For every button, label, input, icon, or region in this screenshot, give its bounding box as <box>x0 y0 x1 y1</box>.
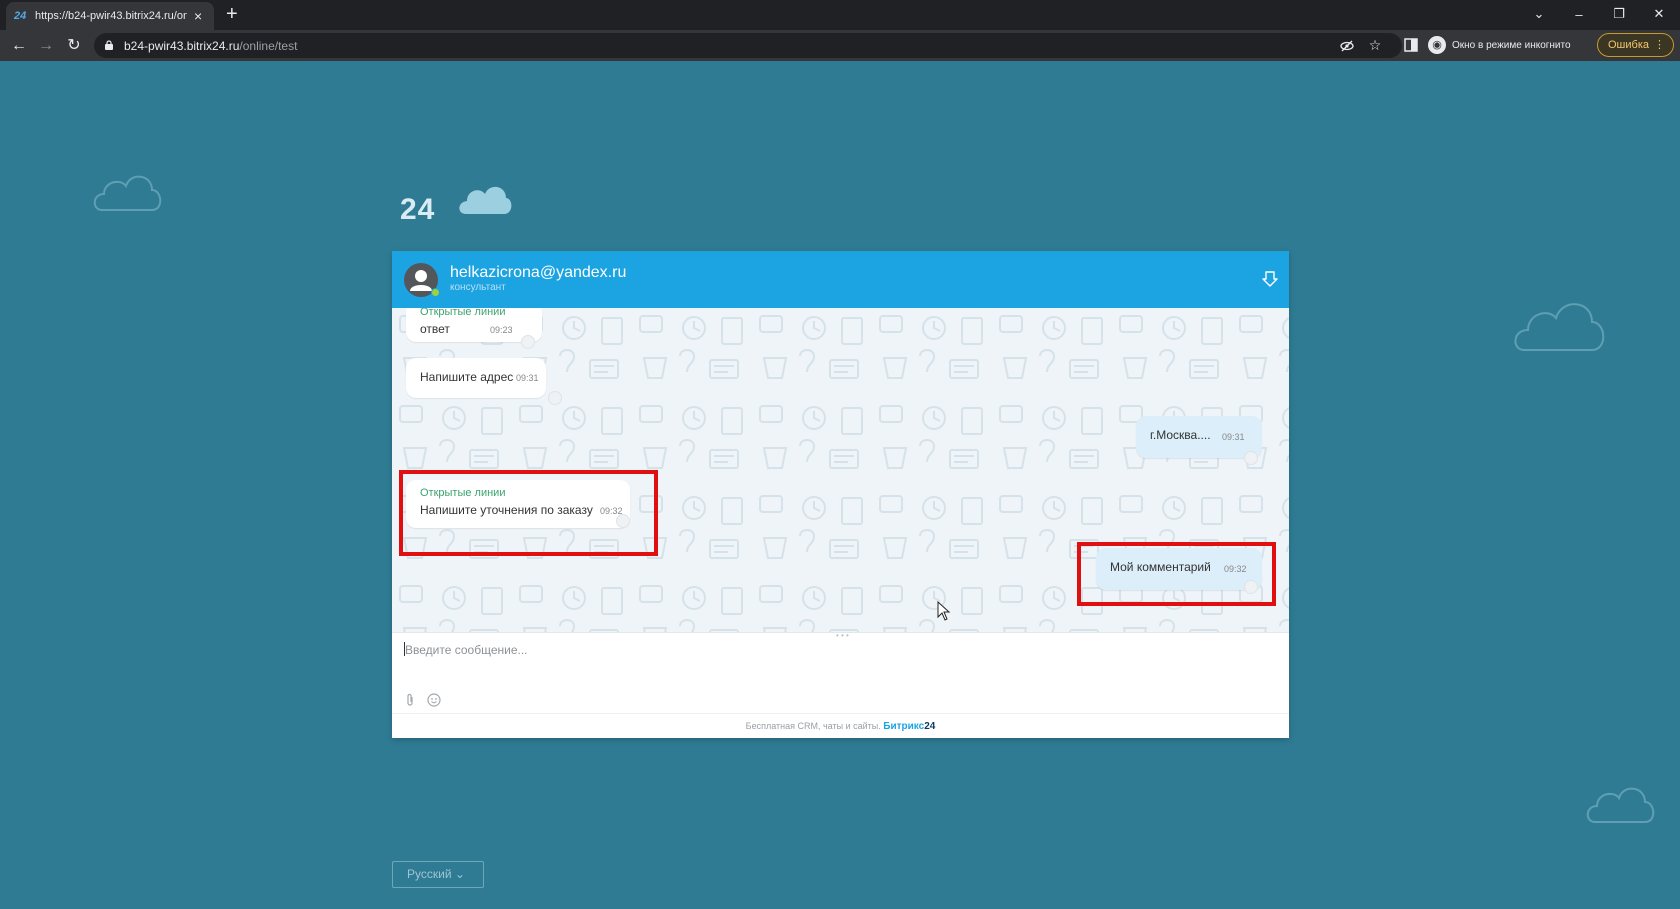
cloud-decoration-icon <box>1586 787 1655 823</box>
highlight-box <box>399 470 658 556</box>
minimize-icon[interactable]: – <box>1559 0 1599 28</box>
menu-dots-icon: ⋮ <box>1654 39 1665 51</box>
message-incoming: Напишите адрес 09:31 <box>406 358 562 405</box>
attach-file-icon[interactable] <box>404 693 416 707</box>
like-icon[interactable] <box>1244 451 1258 465</box>
cloud-decoration-icon <box>93 175 162 211</box>
like-icon[interactable] <box>521 335 535 349</box>
language-select[interactable]: Русский ⌄ <box>392 861 484 888</box>
eye-off-icon[interactable] <box>1340 39 1354 53</box>
language-label: Русский <box>407 867 452 881</box>
bitrix-cloud-logo-icon <box>459 186 512 214</box>
side-panel-icon[interactable] <box>1404 38 1418 52</box>
bookmark-star-icon[interactable]: ☆ <box>1366 36 1384 54</box>
message-incoming: Открытые линии ответ 09:23 <box>406 308 542 349</box>
message-input-area[interactable]: • • • Введите сообщение... <box>392 632 1289 713</box>
address-bar[interactable]: b24-pwir43.bitrix24.ru/online/test ☆ <box>94 33 1402 58</box>
close-window-icon[interactable]: ✕ <box>1639 0 1679 28</box>
url-text: b24-pwir43.bitrix24.ru/online/test <box>124 39 298 53</box>
reload-icon[interactable]: ↻ <box>63 35 85 57</box>
message-text: ответ <box>420 322 450 336</box>
highlight-box <box>1077 542 1276 606</box>
lock-icon <box>105 40 113 50</box>
download-history-icon[interactable] <box>1261 269 1279 289</box>
operator-name: helkazicrona@yandex.ru <box>450 264 627 281</box>
chevron-down-icon: ⌄ <box>454 867 465 881</box>
browser-tabstrip: 24 https://b24-pwir43.bitrix24.ru/on × +… <box>0 0 1680 30</box>
chat-messages-area[interactable]: Открытые линии ответ 09:23 Напишите адре… <box>392 308 1289 632</box>
emoji-icon[interactable] <box>427 693 441 707</box>
message-text: Напишите адрес <box>420 370 514 384</box>
browser-toolbar: ← → ↻ b24-pwir43.bitrix24.ru/online/test… <box>0 30 1680 61</box>
bitrix24-footer-link[interactable]: Битрикс24 <box>883 721 935 732</box>
error-label: Ошибка <box>1608 39 1649 51</box>
message-outgoing: г.Москва.... 09:31 <box>1136 416 1262 465</box>
message-time: 09:31 <box>516 373 539 383</box>
tab-search-icon[interactable]: ⌄ <box>1519 0 1559 28</box>
bitrix24-logo: 24 <box>400 193 436 226</box>
online-status-dot <box>431 288 440 297</box>
message-time: 09:23 <box>490 325 513 335</box>
restore-icon[interactable]: ❐ <box>1599 0 1639 28</box>
new-tab-button[interactable]: + <box>226 3 238 25</box>
mouse-cursor-icon <box>937 601 951 621</box>
message-time: 09:31 <box>1222 432 1245 442</box>
forward-icon[interactable]: → <box>35 35 57 57</box>
browser-tab[interactable]: 24 https://b24-pwir43.bitrix24.ru/on × <box>6 2 214 30</box>
like-icon[interactable] <box>548 391 562 405</box>
message-input[interactable]: Введите сообщение... <box>405 643 528 657</box>
operator-role: консультант <box>450 282 506 293</box>
error-button[interactable]: Ошибка ⋮ <box>1597 33 1674 57</box>
close-tab-icon[interactable]: × <box>194 9 202 23</box>
footer-text: Бесплатная CRM, чаты и сайты. <box>745 721 881 731</box>
message-text: г.Москва.... <box>1150 428 1211 442</box>
cloud-decoration-icon <box>1514 303 1605 351</box>
chat-widget: helkazicrona@yandex.ru консультант Откры… <box>392 251 1289 738</box>
resize-handle[interactable]: • • • <box>836 632 849 640</box>
bitrix-favicon-icon: 24 <box>14 10 27 22</box>
widget-footer: Бесплатная CRM, чаты и сайты. Битрикс24 <box>392 713 1289 738</box>
message-author: Открытые линии <box>420 308 506 318</box>
tab-title: https://b24-pwir43.bitrix24.ru/on <box>35 10 187 22</box>
incognito-icon: ◉ <box>1428 36 1446 54</box>
chat-header: helkazicrona@yandex.ru консультант <box>392 251 1289 308</box>
incognito-indicator[interactable]: ◉ Окно в режиме инкогнито <box>1428 34 1571 56</box>
incognito-label: Окно в режиме инкогнито <box>1452 39 1571 51</box>
back-icon[interactable]: ← <box>8 35 30 57</box>
